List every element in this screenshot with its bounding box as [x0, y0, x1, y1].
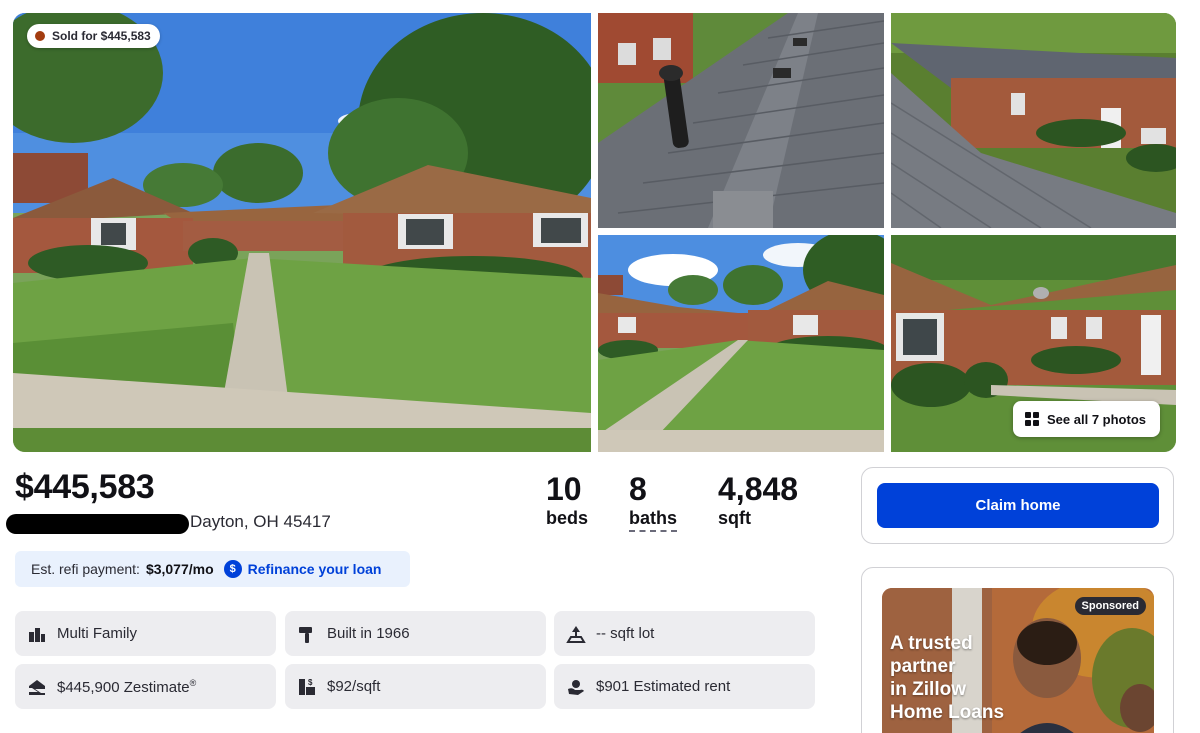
price-per-sqft-chip: $ $92/sqft: [285, 664, 546, 709]
ad-headline-line: A trusted: [890, 633, 973, 654]
registered-mark: ®: [189, 677, 197, 688]
sqft-label: sqft: [718, 508, 751, 528]
lot-size-text: -- sqft lot: [596, 625, 655, 642]
roof-photo-image: [598, 13, 884, 228]
ad-headline: A trusted partner in Zillow Home Loans: [890, 632, 1020, 724]
zestimate-text: $445,900 Zestimate®: [57, 678, 196, 696]
claim-home-button[interactable]: Claim home: [877, 483, 1159, 528]
zestimate-value: $445,900 Zestimate: [57, 678, 190, 696]
estimated-rent-chip: $901 Estimated rent: [554, 664, 815, 709]
photo-thumbnail-4[interactable]: [598, 235, 884, 452]
listing-address: Dayton, OH 45417: [190, 512, 331, 531]
baths-fact[interactable]: 8 baths: [629, 471, 678, 532]
sold-status-badge: Sold for $445,583: [27, 24, 160, 48]
street-photo-image: [598, 235, 884, 452]
photo-gallery: Sold for $445,583 See all 7 photos: [13, 13, 1176, 452]
zestimate-chip: $445,900 Zestimate®: [15, 664, 276, 709]
sqft-value: 4,848: [718, 471, 799, 507]
listing-price: $445,583: [15, 468, 155, 506]
home-type-text: Multi Family: [57, 625, 138, 642]
sponsored-ad-card: Sponsored A trusted partner in Zillow Ho…: [861, 567, 1174, 733]
refi-amount: $3,077/mo: [145, 561, 214, 577]
grid-icon: [1025, 412, 1040, 426]
ad-banner[interactable]: Sponsored A trusted partner in Zillow Ho…: [882, 588, 1154, 733]
estimated-rent-text: $901 Estimated rent: [596, 678, 731, 695]
refi-label: Est. refi payment:: [31, 561, 140, 577]
rent-icon: [568, 679, 584, 695]
sold-status-text: Sold for $445,583: [52, 29, 151, 43]
zestimate-icon: [29, 679, 45, 695]
refi-banner: Est. refi payment: $3,077/mo $ Refinance…: [15, 551, 410, 587]
main-photo-image: [13, 13, 591, 452]
price-per-sqft-icon: $: [299, 678, 315, 695]
redacted-street-address: [6, 514, 189, 534]
beds-fact: 10 beds: [546, 471, 588, 529]
baths-value: 8: [629, 471, 647, 507]
price-per-sqft-text: $92/sqft: [327, 678, 381, 695]
beds-label: beds: [546, 508, 589, 528]
lot-icon: [566, 625, 586, 643]
sold-status-dot: [35, 31, 45, 41]
sponsored-badge: Sponsored: [1074, 597, 1146, 615]
main-photo[interactable]: Sold for $445,583: [13, 13, 591, 452]
year-built-text: Built in 1966: [327, 625, 410, 642]
ad-headline-line: in Zillow: [890, 679, 966, 700]
photo-thumbnail-2[interactable]: [598, 13, 884, 228]
building-roof-photo-image: [891, 13, 1176, 228]
dollar-coin-icon: $: [223, 560, 242, 578]
multi-family-icon: [29, 627, 45, 642]
svg-text:$: $: [308, 678, 313, 687]
ad-headline-line: Home Loans: [890, 702, 1005, 723]
claim-home-card: Claim home: [861, 467, 1174, 544]
sqft-fact: 4,848 sqft: [718, 471, 798, 529]
hammer-icon: [299, 626, 312, 643]
photo-thumbnail-5[interactable]: See all 7 photos: [891, 235, 1176, 452]
beds-value: 10: [546, 471, 582, 507]
refinance-loan-link[interactable]: Refinance your loan: [248, 561, 382, 577]
lot-size-chip: -- sqft lot: [554, 611, 815, 656]
home-type-chip: Multi Family: [15, 611, 276, 656]
ad-headline-line: partner: [890, 656, 956, 677]
photo-thumbnail-3[interactable]: [891, 13, 1176, 228]
see-all-photos-label: See all 7 photos: [1047, 411, 1146, 427]
see-all-photos-button[interactable]: See all 7 photos: [1013, 401, 1160, 437]
baths-label[interactable]: baths: [629, 507, 678, 532]
year-built-chip: Built in 1966: [285, 611, 546, 656]
